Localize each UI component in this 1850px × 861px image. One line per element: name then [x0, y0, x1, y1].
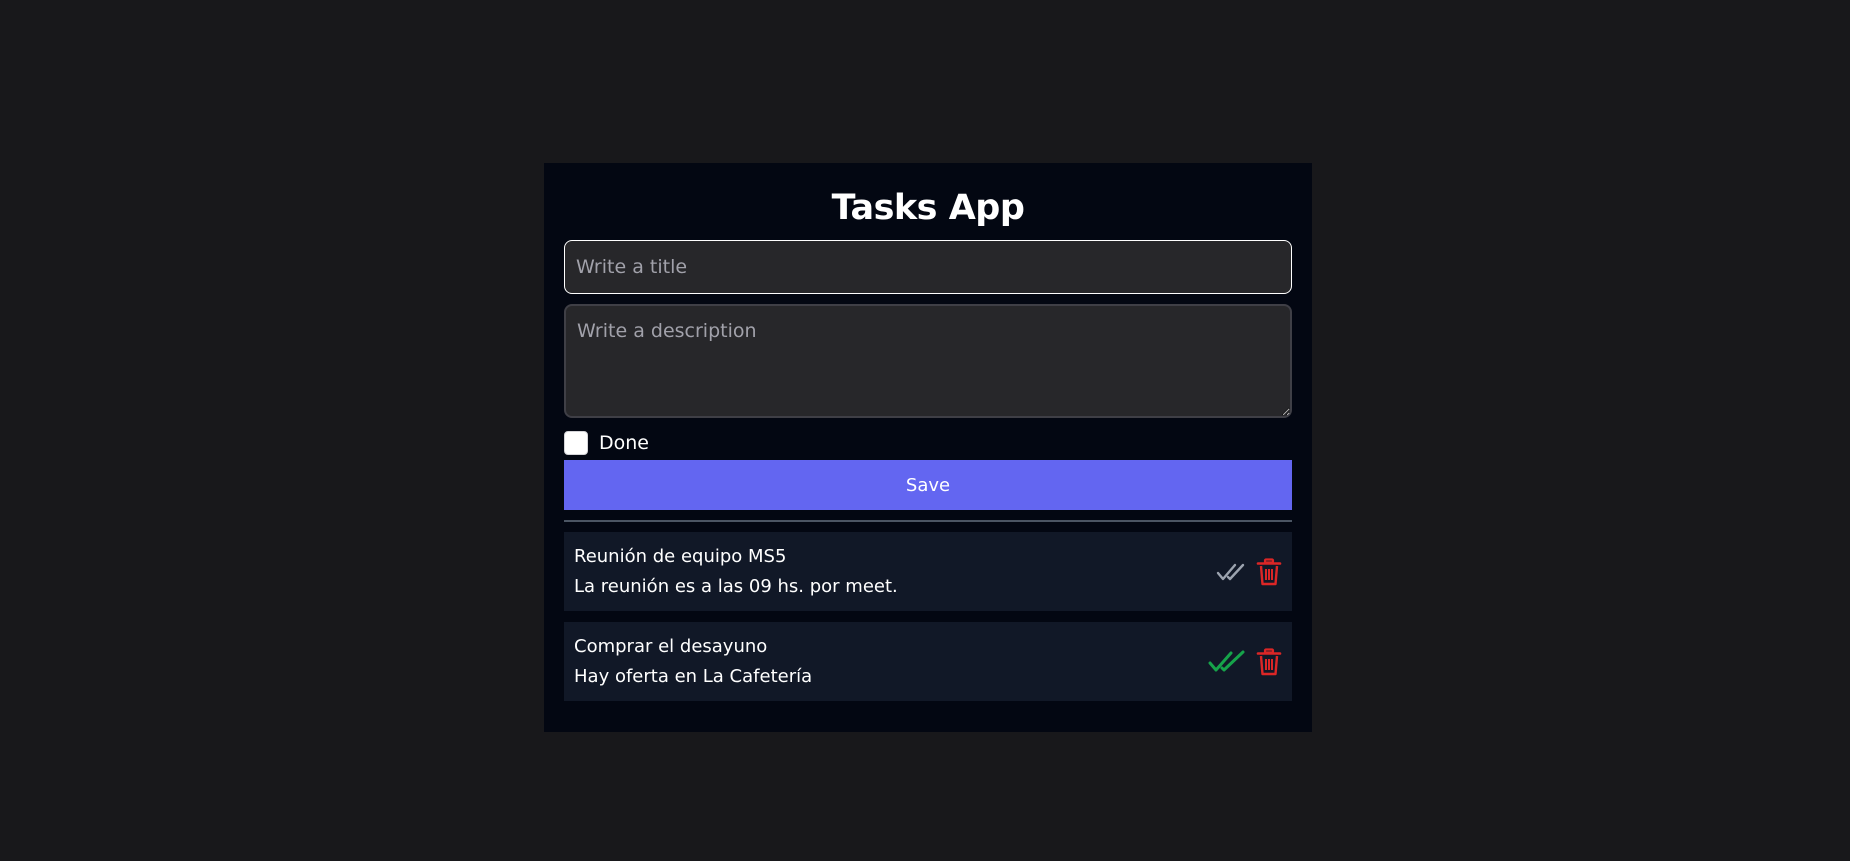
double-check-icon[interactable] — [1216, 561, 1246, 583]
task-actions — [1216, 557, 1282, 586]
task-title: Reunión de equipo MS5 — [574, 545, 787, 567]
task-title-input[interactable] — [564, 240, 1292, 294]
task-item: Reunión de equipo MS5 La reunión es a la… — [564, 532, 1292, 611]
page-title: Tasks App — [831, 188, 1025, 228]
task-text: Comprar el desayuno Hay oferta en La Caf… — [574, 632, 812, 692]
task-item: Comprar el desayuno Hay oferta en La Caf… — [564, 622, 1292, 701]
done-checkbox[interactable] — [564, 431, 588, 455]
trash-icon[interactable] — [1256, 647, 1282, 676]
done-row: Done — [564, 430, 1292, 456]
divider — [564, 520, 1292, 522]
task-description: La reunión es a las 09 hs. por meet. — [574, 575, 898, 597]
task-actions — [1208, 647, 1282, 676]
save-button[interactable]: Save — [564, 460, 1292, 510]
task-description: Hay oferta en La Cafetería — [574, 665, 813, 687]
double-check-icon[interactable] — [1208, 649, 1246, 675]
tasks-card: Tasks App Done Save Reunión de equipo MS… — [544, 163, 1312, 732]
task-text: Reunión de equipo MS5 La reunión es a la… — [574, 542, 898, 602]
task-description-input[interactable] — [564, 304, 1292, 418]
trash-icon[interactable] — [1256, 557, 1282, 586]
task-title: Comprar el desayuno — [574, 635, 768, 657]
done-label: Done — [599, 432, 649, 454]
